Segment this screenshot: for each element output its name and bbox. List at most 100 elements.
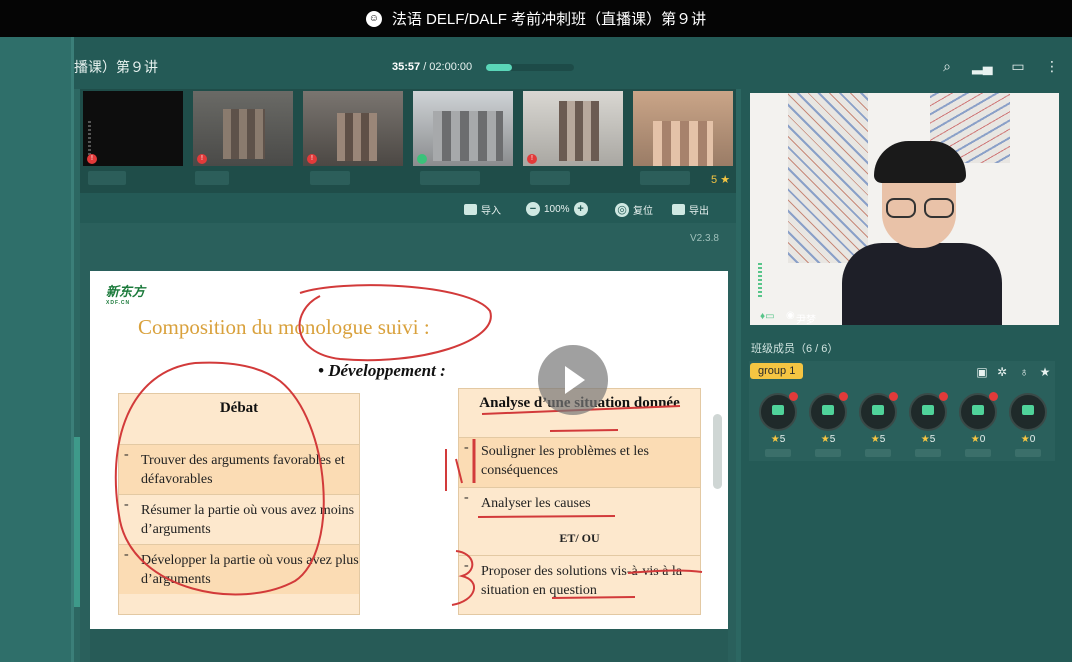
teacher-hair [874, 141, 966, 183]
student-name [640, 171, 690, 185]
zoom-out-icon[interactable]: − [526, 202, 540, 216]
document-area: V2.3.8 新东方 XDF.CN Composition du monologu… [80, 223, 736, 662]
member-name [965, 449, 991, 457]
import-button[interactable]: 导入 [464, 202, 501, 217]
student-video-tile[interactable] [413, 91, 513, 166]
member-name [765, 449, 791, 457]
member-avatar[interactable] [959, 392, 998, 431]
star-count: 0 [979, 434, 986, 445]
member-name [915, 449, 941, 457]
teacher-video[interactable]: ♦▭ ◉ 尹梦 [750, 93, 1059, 325]
student-count-value: 5 [711, 174, 718, 186]
avatar-screen-icon [822, 405, 834, 415]
class-progress-fill [486, 64, 513, 71]
star-count: 5 [879, 434, 886, 445]
blurred-face [559, 101, 599, 161]
avatar-screen-icon [772, 405, 784, 415]
mic-active-icon [417, 154, 427, 164]
notice-badge [889, 392, 898, 401]
blurred-face [337, 113, 377, 161]
zoom-in-icon[interactable]: + [573, 202, 588, 216]
play-button[interactable] [538, 345, 608, 415]
glasses-left [886, 198, 916, 218]
version-label: V2.3.8 [690, 233, 719, 244]
star-reward-icon[interactable]: ★ [1038, 365, 1052, 379]
notice-badge [989, 392, 998, 401]
hand-raise-icon[interactable]: ▣ [975, 365, 989, 379]
student-video-tile[interactable]: ! [303, 91, 403, 166]
reset-label: 复位 [633, 206, 653, 217]
teacher-body [842, 243, 1002, 325]
elapsed-time: 35:57 [392, 61, 421, 73]
member-name [865, 449, 891, 457]
export-icon [672, 204, 685, 215]
search-tool-icon[interactable]: ⌕ [938, 57, 956, 75]
class-progress-bar [486, 64, 574, 71]
window-title: 法语 DELF/DALF 考前冲刺班（直播课）第９讲 [391, 11, 707, 28]
zoom-control: −100% + [526, 202, 588, 216]
microphone-icon[interactable]: ♁ [1017, 365, 1031, 379]
member-avatar[interactable] [1009, 393, 1047, 431]
blurred-face [653, 121, 713, 166]
audio-meter [758, 263, 762, 297]
star-icon: ★ [720, 174, 731, 186]
group-tag[interactable]: group 1 [750, 363, 804, 379]
slide-bottom-bar [90, 629, 728, 662]
student-video-tile[interactable] [633, 91, 733, 166]
export-button[interactable]: 导出 [672, 202, 709, 217]
ink-circle-debat [114, 361, 325, 596]
ink-underline-header-2 [549, 429, 619, 432]
export-label: 导出 [689, 206, 709, 217]
all-mute-icon[interactable]: ✲ [995, 365, 1009, 379]
annotation-ink [114, 284, 703, 606]
avatar-screen-icon [972, 405, 984, 415]
class-header: 播课）第９讲 35:57 / 02:00:00 ⌕ ▂▄ ▭ ⋮ [74, 37, 1072, 89]
glasses-right [924, 198, 954, 218]
ink-underline-vis [627, 569, 703, 574]
member-stars: ★0 [970, 434, 986, 445]
blurred-face [223, 109, 265, 159]
student-video-tile[interactable]: ! [83, 91, 183, 166]
notice-badge [839, 392, 848, 401]
slide[interactable]: 新东方 XDF.CN Composition du monologue suivi… [90, 271, 728, 629]
more-menu-icon[interactable]: ⋮ [1043, 57, 1061, 75]
notice-badge [939, 392, 948, 401]
star-count: 5 [829, 434, 836, 445]
total-time: / 02:00:00 [420, 61, 473, 73]
lesson-title: 播课）第９讲 [74, 59, 158, 75]
right-panel: ♦▭ ◉ 尹梦 班级成员（6 / 6） group 1 ▣ ✲ ♁ ★ ★5 ★… [741, 89, 1072, 662]
ink-bracket-2 [451, 550, 475, 606]
member-stars: ★5 [920, 434, 936, 445]
member-stars: ★0 [1020, 434, 1036, 445]
avatar-screen-icon [1022, 405, 1034, 415]
class-timer: 35:57 / 02:00:00 [392, 61, 472, 73]
import-icon [464, 204, 477, 215]
wall-painting-left [788, 93, 868, 263]
teacher-badge-icon: ◉ [786, 310, 795, 321]
member-avatar[interactable] [759, 392, 798, 431]
reset-button[interactable]: ◎ 复位 [615, 202, 653, 217]
ink-underline-question [551, 596, 636, 599]
teacher-name: 尹梦 [796, 315, 816, 325]
student-name [310, 171, 350, 185]
member-avatar[interactable] [859, 392, 898, 431]
member-avatar[interactable] [809, 392, 848, 431]
student-video-tile[interactable]: ! [523, 91, 623, 166]
member-avatar[interactable] [909, 392, 948, 431]
star-count: 5 [779, 434, 786, 445]
student-video-tile[interactable]: ! [193, 91, 293, 166]
slide-scrollbar[interactable] [713, 414, 722, 489]
student-count: 5 ★ [711, 173, 730, 186]
import-label: 导入 [481, 206, 501, 217]
window-titlebar: ☺ 法语 DELF/DALF 考前冲刺班（直播课）第９讲 [0, 0, 1072, 37]
member-name [815, 449, 841, 457]
star-count: 5 [929, 434, 936, 445]
student-name [88, 171, 126, 185]
chat-icon[interactable]: ▭ [1009, 57, 1027, 75]
members-title: 班级成员（6 / 6） [751, 343, 839, 355]
ink-mark-left [445, 449, 463, 491]
mic-muted-icon: ! [197, 154, 207, 164]
student-name [530, 171, 570, 185]
signal-strength-icon[interactable]: ▂▄ [972, 57, 993, 75]
member-stars: ★5 [820, 434, 836, 445]
